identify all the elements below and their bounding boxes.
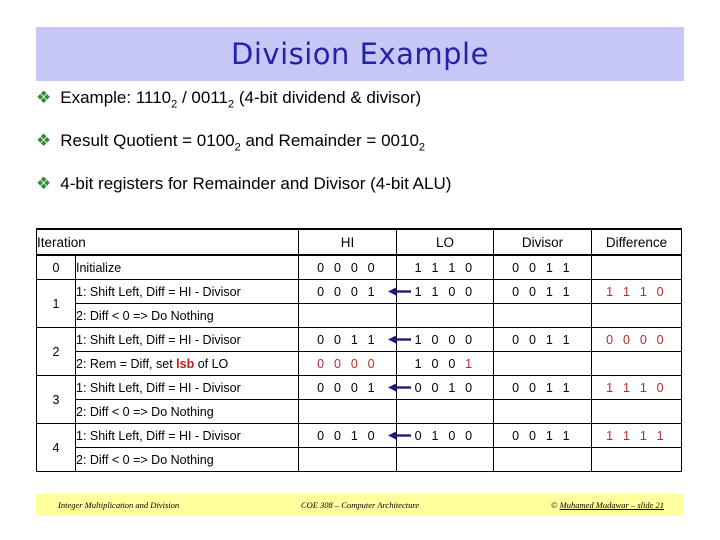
bullet-text-part: Result Quotient = 0100 [60,131,235,151]
table-row: 2 1: Shift Left, Diff = HI - Divisor 0 0 1… [36,327,682,376]
hi-value: 0 0 0 0 [298,351,397,376]
lo-value [396,447,494,472]
step-description: 1: Shift Left, Diff = HI - Divisor [75,279,299,304]
column-header-difference: Difference [591,228,682,256]
table-body: 0 Initialize 0 0 0 01 1 1 00 0 1 1 1 1: Shif… [36,255,682,472]
footer-author-slide: Muhamed Mudawar – slide 21 [559,500,664,510]
step-description: 1: Shift Left, Diff = HI - Divisor [75,327,299,352]
bullet-text-part: / 0011 [177,88,228,107]
difference-value: 0 0 0 0 [591,327,682,352]
lo-value [396,399,494,424]
divisor-value [493,351,592,376]
division-trace-table: Iteration HI LO Divisor Difference 0 Init… [36,228,682,472]
footer-left-text: Integer Multiplication and Division [58,500,180,510]
bullet-item: ❖ Example: 11102 / 00112 (4-bit dividend … [36,88,696,111]
step-description: 2: Diff < 0 => Do Nothing [75,303,299,328]
difference-value [591,303,682,328]
lo-value: 0 1 0 0 [396,423,494,448]
column-header-hi: HI [298,228,397,256]
lo-value: 1 0 0 1 [396,351,494,376]
iteration-number: 1 [36,279,76,328]
difference-value [591,255,682,280]
divisor-value: 0 0 1 1 [493,423,592,448]
hi-value: 0 0 0 1 [298,375,397,400]
bullet-item: ❖ 4-bit registers for Remainder and Divis… [36,174,696,194]
slide-footer: Integer Multiplication and Division COE … [36,494,684,516]
step-description: 2: Rem = Diff, set lsb of LO [75,351,299,376]
step-description: 2: Diff < 0 => Do Nothing [75,447,299,472]
iteration-number: 0 [36,255,76,280]
table-row: 2: Diff < 0 => Do Nothing [37,303,682,328]
diamond-bullet-icon: ❖ [36,88,52,107]
step-description: 1: Shift Left, Diff = HI - Divisor [75,423,299,448]
hi-value: 0 0 1 0 [298,423,397,448]
hi-value [298,447,397,472]
difference-value: 1 1 1 0 [591,375,682,400]
difference-value [591,399,682,424]
difference-value [591,351,682,376]
table-row: 2: Rem = Diff, set lsb of LO 0 0 0 01 0 0… [37,351,682,376]
divisor-value: 0 0 1 1 [493,327,592,352]
bullet-text-part: and Remainder = 0010 [240,131,419,151]
column-header-lo: LO [396,228,494,256]
difference-value: 1 1 1 0 [591,279,682,304]
bullet-text: Result Quotient = 0100 2 and Remainder = … [60,131,696,154]
difference-value [591,447,682,472]
table-row: 1 1: Shift Left, Diff = HI - Divisor 0 0 0… [36,279,682,328]
bullet-text: 4-bit registers for Remainder and Diviso… [60,174,696,194]
lo-value: 1 1 1 0 [396,255,494,280]
table-row: 4 1: Shift Left, Diff = HI - Divisor 0 0 1… [36,423,682,472]
table-row: 3 1: Shift Left, Diff = HI - Divisor 0 0 0… [36,375,682,424]
page-title: Division Example [231,37,489,71]
iteration-number: 4 [36,423,76,472]
column-header-iteration: Iteration [36,228,299,256]
emphasis-word: lsb [176,356,195,371]
bullet-text-part: 4-bit registers for Remainder and Diviso… [60,174,452,194]
divisor-value [493,447,592,472]
footer-center-text: COE 308 – Computer Architecture [300,500,420,510]
table-row: 0 Initialize 0 0 0 01 1 1 00 0 1 1 [36,255,682,280]
iteration-number: 3 [36,375,76,424]
divisor-value: 0 0 1 1 [493,375,592,400]
title-band: Division Example [36,27,684,81]
footer-right-text: © Muhamed Mudawar – slide 21 [551,500,664,510]
lo-value: 1 0 0 0 [396,327,494,352]
footer-row: Integer Multiplication and Division COE … [36,494,684,516]
bullet-text: Example: 11102 / 00112 (4-bit dividend &… [60,88,696,111]
table-row: 2: Diff < 0 => Do Nothing [37,447,682,472]
divisor-value [493,399,592,424]
lo-value: 0 0 1 0 [396,375,494,400]
subscript: 2 [418,141,426,154]
divisor-value [493,303,592,328]
step-description: 1: Shift Left, Diff = HI - Divisor [75,375,299,400]
bullet-item: ❖ Result Quotient = 0100 2 and Remainder =… [36,131,696,154]
lo-value: 1 1 0 0 [396,279,494,304]
divisor-value: 0 0 1 1 [493,279,592,304]
step-description: Initialize [75,255,299,280]
diamond-bullet-icon: ❖ [36,174,52,194]
table-header-row: Iteration HI LO Divisor Difference [36,228,682,256]
difference-value: 1 1 1 1 [591,423,682,448]
hi-value: 0 0 0 0 [298,255,397,280]
iteration-number: 2 [36,327,76,376]
copyright-symbol: © [551,500,560,510]
step-description: 2: Diff < 0 => Do Nothing [75,399,299,424]
divisor-value: 0 0 1 1 [493,255,592,280]
bullet-text-part: (4-bit dividend & divisor) [234,88,422,107]
bullet-text-part: Example: 1110 [60,88,172,107]
diamond-bullet-icon: ❖ [36,131,52,151]
lo-value [396,303,494,328]
column-header-divisor: Divisor [493,228,592,256]
slide-canvas: Division Example ❖ Example: 11102 / 00112… [0,0,720,540]
hi-value: 0 0 1 1 [298,327,397,352]
hi-value: 0 0 0 1 [298,279,397,304]
hi-value [298,399,397,424]
bullet-list: ❖ Example: 11102 / 00112 (4-bit dividend … [36,88,696,214]
table-header: Iteration HI LO Divisor Difference [36,228,682,256]
hi-value [298,303,397,328]
table-row: 2: Diff < 0 => Do Nothing [37,399,682,424]
